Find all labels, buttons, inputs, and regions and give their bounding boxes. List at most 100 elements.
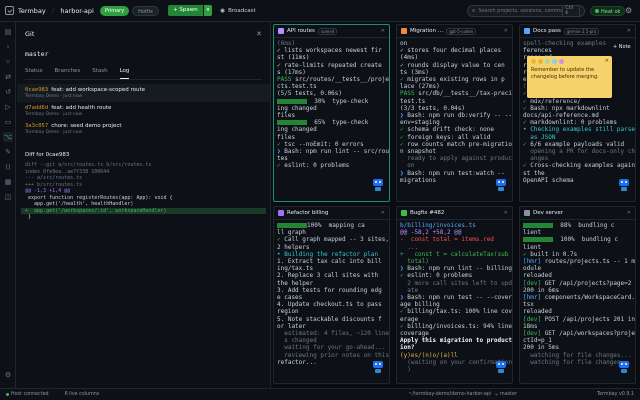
workspace-pill-hotfix[interactable]: Hotfix <box>132 5 160 16</box>
color-swatch[interactable] <box>545 59 550 64</box>
close-icon[interactable]: ✕ <box>504 210 508 216</box>
terminal-line: ing changed <box>277 126 386 133</box>
terminal-line: ✓ lists workspaces newest fir <box>277 47 386 54</box>
terminal-pane[interactable]: Docs pass gemini-2.5-pro ✕ spell-checking e… <box>519 24 636 202</box>
terminal-line: env=staging <box>400 119 509 126</box>
terminal-icon[interactable]: › <box>3 42 13 52</box>
close-icon[interactable]: ✕ <box>504 28 508 34</box>
terminal-output[interactable]: b/billing/invoices.ts @@ -58,2 +58,2 @@ - … <box>397 220 512 375</box>
terminal-text: s changed <box>277 337 317 345</box>
settings-icon[interactable]: ⚙ <box>3 370 13 380</box>
diff-line: } <box>25 214 32 220</box>
pane-header[interactable]: Migration … gpt-5-codex ✕ <box>397 25 512 38</box>
terminal-pane[interactable]: Migration … gpt-5-codex ✕ on ✓ stores four d… <box>396 24 513 202</box>
terminal-line: • Building the refactor plan <box>277 251 386 258</box>
workspace-pill-primary[interactable]: Primary <box>99 5 130 16</box>
pane-header[interactable]: Dev server ✕ <box>520 207 635 220</box>
close-icon[interactable]: ✕ <box>256 30 262 38</box>
color-swatch[interactable] <box>552 59 557 64</box>
terminal-output[interactable]: 88% bundling c lient 100% bundling c lient… <box>520 220 635 368</box>
terminal-line: ❯ Bash: npm run test:watch -- <box>400 170 509 177</box>
terminal-text: ✓ <box>400 322 404 330</box>
tab-branches[interactable]: Branches <box>55 68 81 79</box>
terminal-pane[interactable]: Refactor billing ✕ 100% mapping ca ll graph… <box>273 206 390 384</box>
search-input[interactable] <box>478 8 563 14</box>
color-swatch[interactable] <box>559 59 564 64</box>
close-icon[interactable]: ✕ <box>627 28 631 34</box>
terminal-text: Bash: npm run lint -- src/rou <box>284 148 390 156</box>
terminal-text: as JSON <box>523 133 556 141</box>
pane-header[interactable]: Docs pass gemini-2.5-pro ✕ <box>520 25 635 38</box>
terminal-text: billing/tax.ts: 100% line cov <box>407 308 513 316</box>
code-icon[interactable]: ⟨⟩ <box>3 162 13 172</box>
terminal-text: ❯ <box>400 265 404 273</box>
terminal-text: ✓ <box>400 133 404 141</box>
git-branch-icon: ⑂ <box>495 392 499 398</box>
add-note-button[interactable]: + Note <box>613 44 631 50</box>
progress-bar <box>523 237 553 243</box>
terminal-line: st (11ms) <box>277 54 386 61</box>
git-panel-icon[interactable]: ⌥ <box>3 132 13 142</box>
pane-header[interactable]: Bugfix #482 ✕ <box>397 207 512 220</box>
folder-icon[interactable]: ▭ <box>3 117 13 127</box>
terminal-pane[interactable]: Bugfix #482 ✕ b/billing/invoices.ts @@ -58,… <box>396 206 513 384</box>
terminal-text: ❯ <box>400 169 404 177</box>
history-icon[interactable]: ↺ <box>3 87 13 97</box>
color-swatch[interactable] <box>531 59 536 64</box>
model-badge: gemini-2.5-pro <box>563 27 600 35</box>
terminal-pane[interactable]: API routes sumed ✕ (6ms) ✓ lists workspaces … <box>273 24 390 202</box>
terminal-line: ✓ Cross-checking examples again <box>523 162 635 169</box>
pane-header[interactable]: Refactor billing ✕ <box>274 207 389 220</box>
list-item[interactable]: d7add6d feat: add health route Termbay De… <box>17 102 270 120</box>
terminal-output[interactable]: on ✓ stores four decimal places (4ms) ✓ rou… <box>397 38 512 186</box>
git-branch-icon[interactable]: ⑂ <box>3 57 13 67</box>
terminal-text: docs/api-reference.md <box>523 112 599 120</box>
flow-icon[interactable]: ⇄ <box>3 72 13 82</box>
close-icon[interactable]: ✕ <box>381 28 385 34</box>
terminal-output[interactable]: 100% mapping ca ll graph ✓ Call graph mapp… <box>274 220 389 368</box>
gear-icon[interactable]: ⚙ <box>625 6 632 15</box>
tab-stash[interactable]: Stash <box>92 68 107 79</box>
broadcast-button[interactable]: ◉ Broadcast <box>220 8 255 14</box>
model-badge: sumed <box>317 27 338 35</box>
tab-log[interactable]: Log <box>119 68 130 79</box>
chevron-down-icon[interactable]: ▾ <box>203 5 213 16</box>
close-icon[interactable]: ✕ <box>605 58 609 64</box>
sticky-note[interactable]: ✕ Remember to update the changelog befor… <box>527 56 612 98</box>
list-item[interactable]: 0cae983 feat: add workspace-scoped route … <box>17 84 270 102</box>
list-item[interactable]: 3a3c057 chore: seed demo project Termbay … <box>17 120 270 138</box>
terminal-text: ✓ <box>400 308 404 316</box>
commit-meta: Termbay Demo · just now <box>25 130 83 135</box>
terminal-text: 88% bundling c <box>553 222 615 229</box>
global-search[interactable]: ⌕ Ctrl K <box>467 5 585 17</box>
commit-meta: Termbay Demo · just now <box>25 112 83 117</box>
heat-status-badge[interactable]: Heat ok <box>590 6 626 16</box>
terminal-pane[interactable]: Dev server ✕ 88% bundling c lient 100% bun… <box>519 206 636 384</box>
terminal-output[interactable]: (6ms) ✓ lists workspaces newest fir st (11… <box>274 38 389 172</box>
pane-header[interactable]: API routes sumed ✕ <box>274 25 389 38</box>
grid-icon[interactable]: ▦ <box>3 177 13 187</box>
color-swatch[interactable] <box>538 59 543 64</box>
terminal-text: src/routes/__tests__/proje <box>295 76 389 84</box>
close-icon[interactable]: ✕ <box>627 210 631 216</box>
terminal-text: ✓ <box>523 140 527 148</box>
terminal-line: ✓ markdownlint: 0 problems <box>523 119 632 126</box>
play-icon[interactable]: ▷ <box>3 102 13 112</box>
note-text[interactable]: Remember to update the changelog before … <box>531 67 608 80</box>
terminal-text: PASS <box>400 90 415 98</box>
terminal-line: (3/3 tests, 0.04s) <box>400 105 509 112</box>
terminal-text: Bash: npm run db:verify -- -- <box>407 112 513 120</box>
terminal-text: opening a PR for docs-only ch <box>523 148 635 156</box>
project-name[interactable]: harbor-api <box>60 7 93 15</box>
terminal-text: POST /api/projects 201 in <box>544 315 635 323</box>
terminal-line: tes <box>277 155 386 162</box>
spawn-button[interactable]: + Spawn <box>168 5 203 16</box>
close-icon[interactable]: ✕ <box>381 210 385 216</box>
image-icon[interactable]: ◫ <box>3 192 13 202</box>
current-branch: master <box>25 50 49 58</box>
terminal-line: reviewing prior notes on this <box>277 352 389 359</box>
tab-status[interactable]: Status <box>25 68 43 79</box>
notes-icon[interactable]: ✎ <box>3 147 13 157</box>
terminal-text: watching for file changes... <box>523 358 632 366</box>
sessions-icon[interactable]: ▤ <box>3 27 13 37</box>
